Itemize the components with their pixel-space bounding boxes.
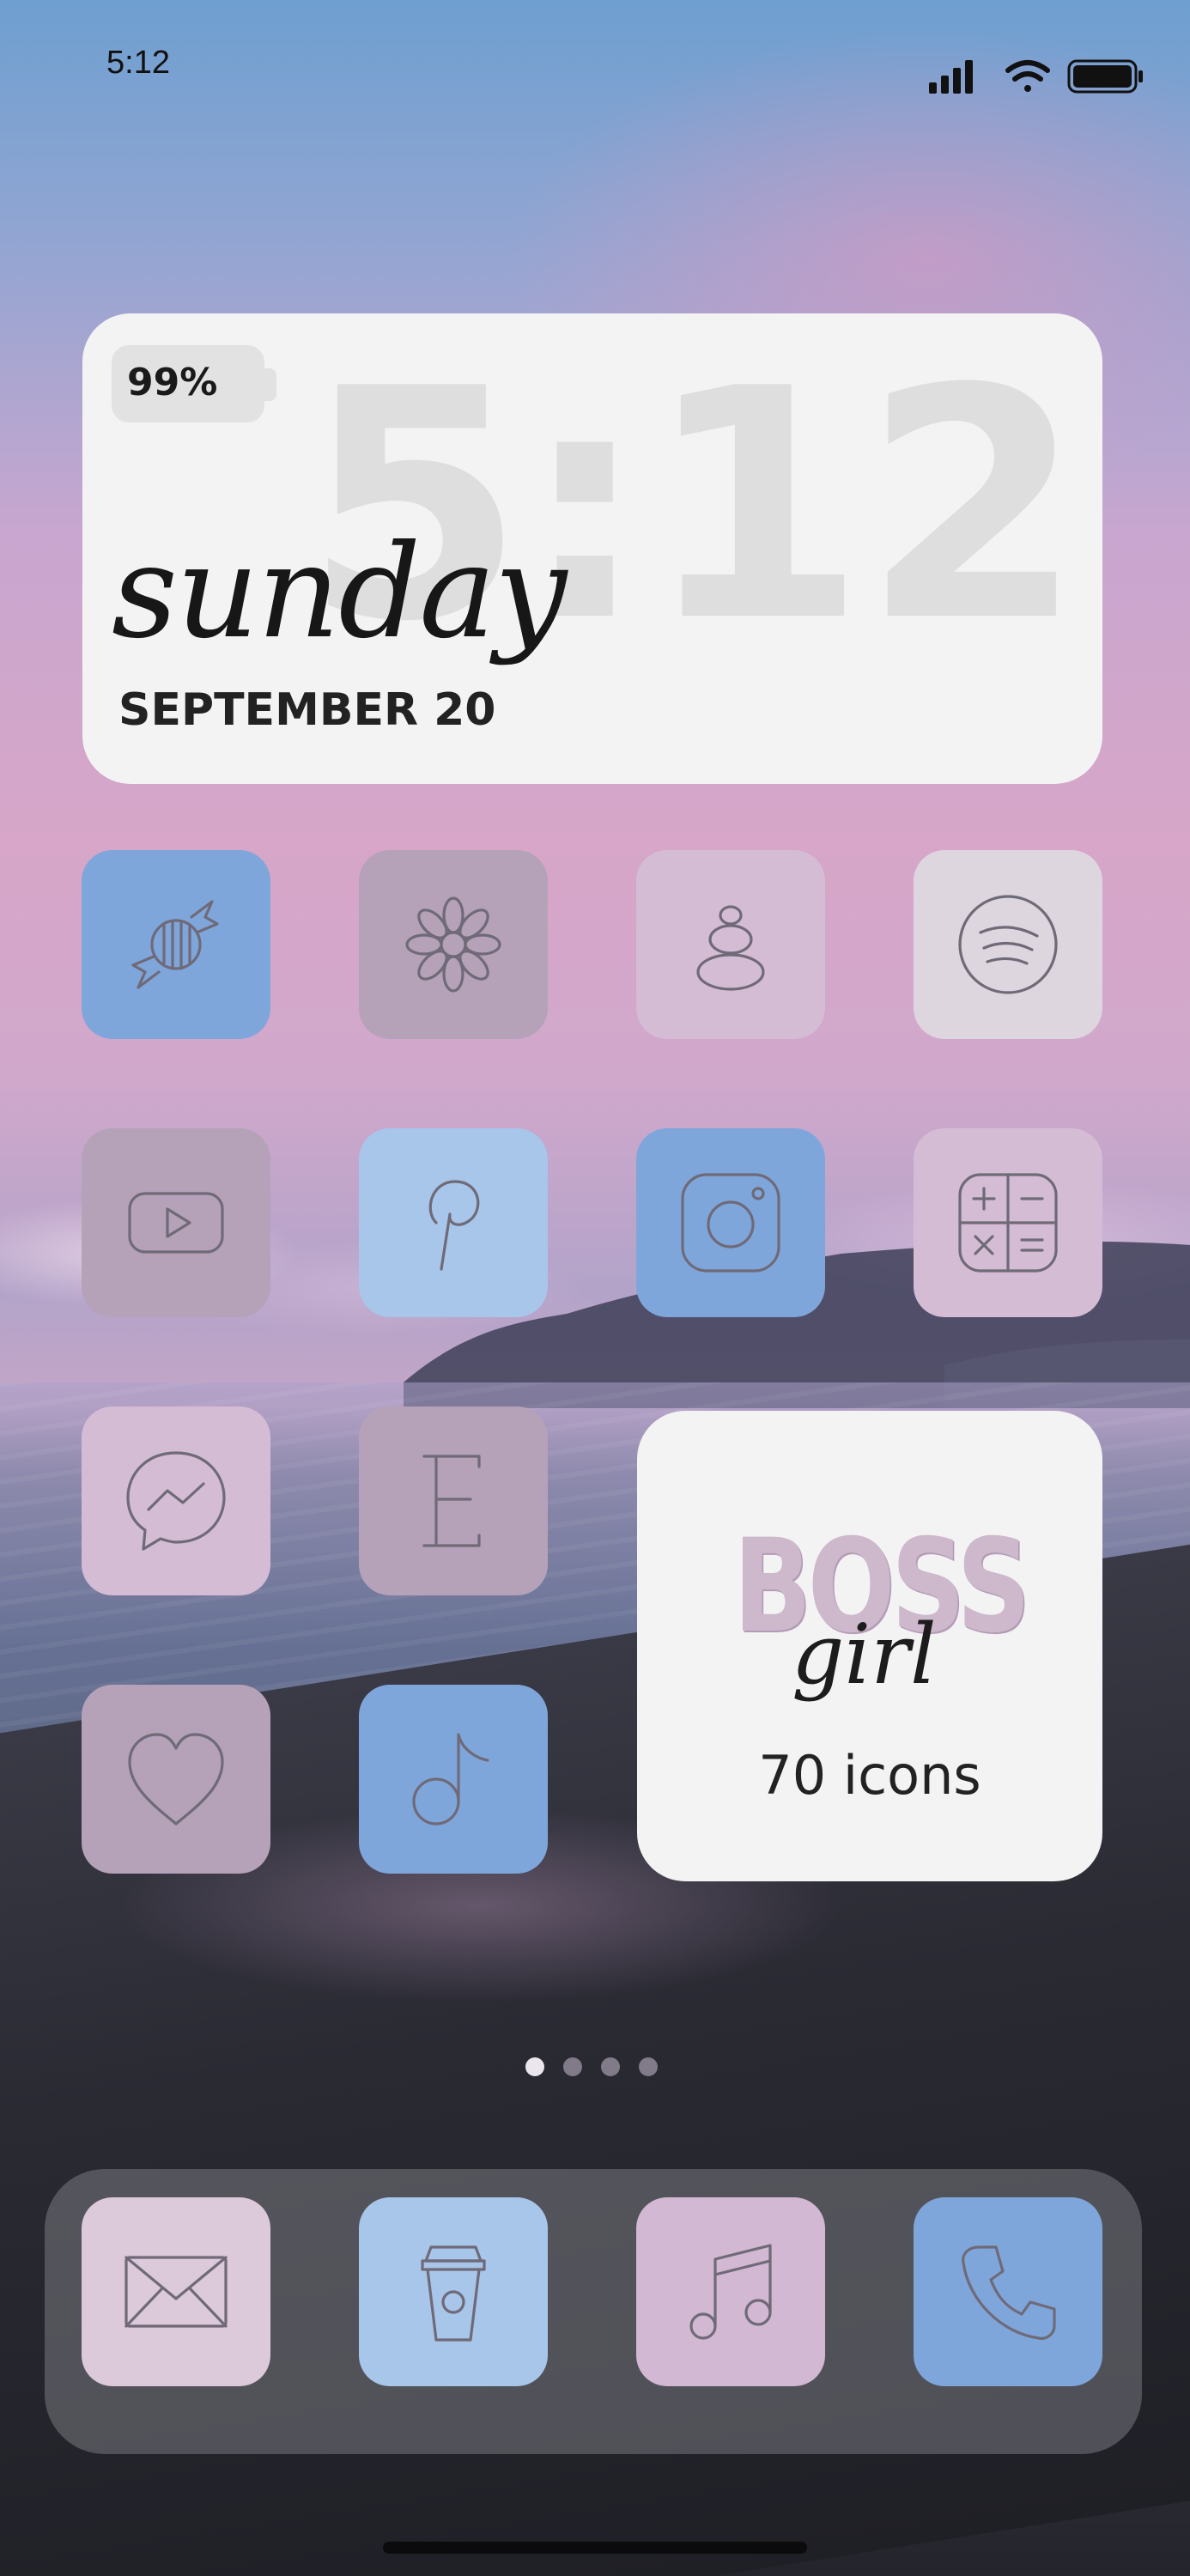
youtube-icon <box>128 1192 224 1254</box>
pinterest-icon <box>428 1180 480 1271</box>
date-label: SEPTEMBER 20 <box>118 684 496 736</box>
dock-app-music[interactable]: Music <box>636 2197 825 2386</box>
page-dot[interactable] <box>601 2057 620 2076</box>
spotify-icon <box>958 895 1058 994</box>
dock-app-coffee[interactable]: Coffee <box>359 2197 548 2386</box>
page-indicator[interactable] <box>525 2057 671 2078</box>
page-dot[interactable] <box>525 2057 544 2076</box>
icons-count: 70 icons <box>758 1744 981 1807</box>
instagram-icon <box>681 1173 780 1273</box>
home-screen: 5:12 5:12 99% sunday SEPTEMBER 20 BOSS g… <box>0 0 1190 2576</box>
battery-nub <box>263 368 276 401</box>
app-pinterest[interactable]: Pinterest <box>359 1128 548 1317</box>
app-instagram[interactable]: Instagram <box>636 1128 825 1317</box>
page-dot[interactable] <box>639 2057 658 2076</box>
status-icons <box>929 59 1143 94</box>
etsy-icon <box>422 1455 481 1547</box>
page-dot[interactable] <box>563 2057 582 2076</box>
coffee-cup-icon <box>421 2245 486 2342</box>
app-youtube[interactable]: YouTube <box>82 1128 270 1317</box>
stones-icon <box>696 905 765 991</box>
flower-icon <box>405 896 501 993</box>
tiktok-icon <box>412 1733 489 1826</box>
app-calculator[interactable]: Calculator <box>914 1128 1102 1317</box>
messenger-icon <box>126 1451 226 1551</box>
calculator-icon <box>958 1173 1058 1273</box>
dock-app-phone[interactable]: Phone <box>914 2197 1102 2386</box>
day-name: sunday <box>112 518 567 667</box>
music-note-icon <box>689 2244 772 2340</box>
app-candy[interactable]: Candy <box>82 850 270 1039</box>
wifi-icon <box>1005 60 1050 92</box>
candy-icon <box>131 900 219 989</box>
battery-icon <box>1067 59 1143 94</box>
app-flower[interactable]: Flower <box>359 850 548 1039</box>
phone-icon <box>962 2245 1056 2340</box>
app-etsy[interactable]: Etsy <box>359 1406 548 1595</box>
heart-icon <box>128 1733 224 1826</box>
promo-widget[interactable]: BOSS girl 70 icons <box>637 1411 1102 1881</box>
app-stones[interactable]: Stones <box>636 850 825 1039</box>
cellular-signal-icon <box>929 60 973 94</box>
home-indicator[interactable] <box>383 2542 807 2554</box>
app-tiktok[interactable]: TikTok <box>359 1685 548 1874</box>
mail-icon <box>124 2256 228 2328</box>
app-spotify[interactable]: Spotify <box>914 850 1102 1039</box>
app-health[interactable]: Health <box>82 1685 270 1874</box>
clock-widget[interactable]: 5:12 99% sunday SEPTEMBER 20 <box>82 313 1102 784</box>
status-time: 5:12 <box>106 45 170 81</box>
dock-app-mail[interactable]: Mail <box>82 2197 270 2386</box>
girl-word: girl <box>792 1607 937 1703</box>
app-messenger[interactable]: Messenger <box>82 1406 270 1595</box>
battery-percent: 99% <box>127 361 218 404</box>
